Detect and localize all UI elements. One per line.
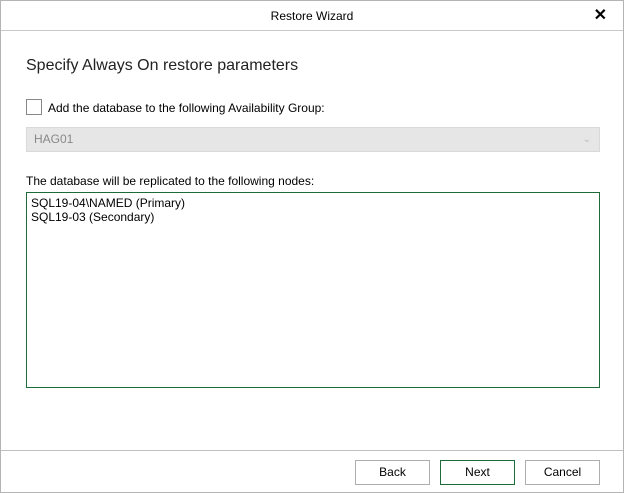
cancel-button[interactable]: Cancel — [525, 460, 600, 485]
list-item[interactable]: SQL19-04\NAMED (Primary) — [31, 196, 595, 210]
nodes-label: The database will be replicated to the f… — [26, 174, 315, 188]
back-button[interactable]: Back — [355, 460, 430, 485]
title-bar: Restore Wizard ✕ — [1, 1, 623, 31]
close-icon[interactable]: ✕ — [594, 1, 607, 31]
add-to-availability-group-label[interactable]: Add the database to the following Availa… — [48, 101, 325, 115]
footer-divider — [1, 450, 623, 451]
list-item[interactable]: SQL19-03 (Secondary) — [31, 210, 595, 224]
nodes-list[interactable]: SQL19-04\NAMED (Primary) SQL19-03 (Secon… — [26, 192, 600, 388]
next-button[interactable]: Next — [440, 460, 515, 485]
page-title: Specify Always On restore parameters — [26, 57, 299, 74]
window-title: Restore Wizard — [270, 9, 354, 23]
availability-group-value: HAG01 — [34, 132, 74, 146]
restore-wizard-window: Restore Wizard ✕ Specify Always On resto… — [0, 0, 624, 493]
availability-group-select: HAG01 ⌄ — [26, 127, 600, 152]
add-to-availability-group-checkbox[interactable] — [26, 99, 42, 115]
chevron-down-icon: ⌄ — [582, 134, 591, 145]
